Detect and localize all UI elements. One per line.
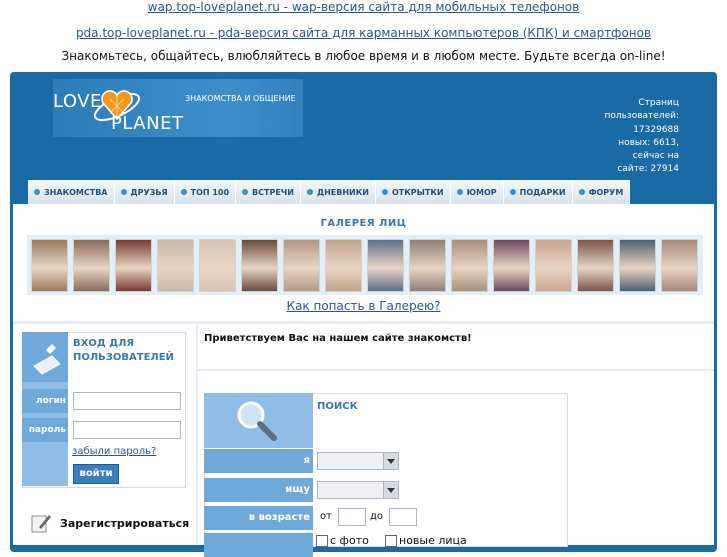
with-photo-label: с фото <box>330 534 369 547</box>
search-icon-box <box>204 393 313 448</box>
new-faces-label: новые лица <box>399 534 467 547</box>
gallery-photo[interactable] <box>493 238 530 292</box>
nav-label: ЗНАКОМСТВА <box>44 187 108 197</box>
stats-line: пользователей: <box>604 111 679 122</box>
login-title: ВХОД ДЛЯ ПОЛЬЗОВАТЕЛЕЙ <box>73 337 183 365</box>
divider <box>198 369 714 371</box>
bullet-icon <box>509 189 516 195</box>
bullet-icon <box>34 189 40 195</box>
login-icon-box <box>22 332 68 382</box>
gallery-title: ГАЛЕРЕЯ ЛИЦ <box>320 218 407 229</box>
bullet-icon <box>242 189 249 195</box>
face-gallery <box>27 235 703 295</box>
stats-line: новых: 6613, <box>618 137 679 148</box>
gallery-photo[interactable] <box>73 238 110 292</box>
age-label: в возрасте <box>204 506 313 530</box>
gallery-photo[interactable] <box>325 238 362 292</box>
new-faces-checkbox[interactable] <box>385 535 397 547</box>
nav-label: ДНЕВНИКИ <box>316 187 369 197</box>
age-to-label: до <box>370 511 384 522</box>
gallery-photo[interactable] <box>451 238 488 292</box>
column-divider <box>196 324 198 545</box>
options-label <box>204 533 313 557</box>
nav-item-friends[interactable]: ДРУЗЬЯ <box>114 180 175 204</box>
magnifier-icon <box>237 401 277 441</box>
site-logo[interactable]: LOVE PLANET ЗНАКОМСТВА И ОБЩЕНИЕ <box>53 79 303 137</box>
tagline: Знакомьтесь, общайтесь, влюбляйтесь в лю… <box>61 49 666 63</box>
login-input[interactable] <box>73 392 181 410</box>
bullet-icon <box>120 189 127 195</box>
gallery-photo[interactable] <box>619 238 656 292</box>
nav-item-meetings[interactable]: ВСТРЕЧИ <box>236 180 301 204</box>
stats-line: 17329688 <box>633 124 679 135</box>
nav-item-gifts[interactable]: ПОДАРКИ <box>503 180 573 204</box>
login-label: логин <box>22 389 68 413</box>
gallery-photo[interactable] <box>577 238 614 292</box>
nav-label: ДРУЗЬЯ <box>130 187 168 197</box>
wap-link[interactable]: wap.top-loveplanet.ru - wap-версия сайта… <box>0 0 727 14</box>
gallery-help-link[interactable]: Как попасть в Галерею? <box>0 299 727 313</box>
nav-item-humor[interactable]: ЮМОР <box>450 180 504 204</box>
gallery-photo[interactable] <box>31 238 68 292</box>
password-label: пароль <box>22 418 68 442</box>
age-from-label: от <box>320 511 332 522</box>
gallery-photo[interactable] <box>367 238 404 292</box>
bullet-icon <box>456 189 463 195</box>
gallery-photo[interactable] <box>157 238 194 292</box>
stats-line: сейчас на <box>632 151 679 162</box>
welcome-text: Приветствуем Вас на нашем сайте знакомст… <box>204 333 472 344</box>
divider <box>13 321 714 324</box>
login-title-line: ВХОД ДЛЯ <box>73 338 135 349</box>
nav-item-forum[interactable]: ФОРУМ <box>572 180 631 204</box>
gallery-photo[interactable] <box>283 238 320 292</box>
login-form-icon <box>33 344 61 375</box>
nav-label: ОТКРЫТКИ <box>391 187 444 197</box>
chevron-down-icon <box>383 482 398 498</box>
seeking-label: ищу <box>204 478 313 502</box>
logo-subtitle: ЗНАКОМСТВА И ОБЩЕНИЕ <box>185 94 296 103</box>
bullet-icon <box>306 189 313 195</box>
age-to-input[interactable] <box>389 508 417 526</box>
bullet-icon <box>578 189 585 195</box>
nav-item-cards[interactable]: ОТКРЫТКИ <box>375 180 451 204</box>
register-link[interactable]: Зарегистрироваться <box>60 517 189 530</box>
nav-item-top100[interactable]: ТОП 100 <box>174 180 237 204</box>
chevron-down-icon <box>383 453 398 469</box>
gallery-photo[interactable] <box>661 238 698 292</box>
bullet-icon <box>180 189 187 195</box>
nav-label: ЮМОР <box>466 187 497 197</box>
login-button[interactable]: войти <box>73 464 119 484</box>
gallery-photo[interactable] <box>409 238 446 292</box>
gallery-photo[interactable] <box>199 238 236 292</box>
gender-select[interactable] <box>317 452 399 470</box>
bullet-icon <box>381 189 388 195</box>
pda-link[interactable]: pda.top-loveplanet.ru - pda-версия сайта… <box>0 26 727 40</box>
nav-label: ПОДАРКИ <box>519 187 566 197</box>
gallery-photo[interactable] <box>535 238 572 292</box>
seeking-select[interactable] <box>317 481 399 499</box>
gallery-photo[interactable] <box>241 238 278 292</box>
logo-planet-text: PLANET <box>111 113 184 134</box>
login-title-line: ПОЛЬЗОВАТЕЛЕЙ <box>73 352 174 363</box>
stats-line: сайте: 27914 <box>617 164 679 175</box>
main-nav: ЗНАКОМСТВА ДРУЗЬЯ ТОП 100 ВСТРЕЧИ ДНЕВНИ… <box>28 180 631 204</box>
gallery-photo[interactable] <box>115 238 152 292</box>
nav-item-diaries[interactable]: ДНЕВНИКИ <box>300 180 376 204</box>
stats-line: Страниц <box>638 98 679 108</box>
gender-label: я <box>204 449 313 473</box>
nav-label: ВСТРЕЧИ <box>252 187 294 197</box>
search-title: ПОИСК <box>317 401 358 412</box>
nav-label: ФОРУМ <box>588 187 624 197</box>
forgot-password-link[interactable]: забыли пароль? <box>72 446 156 457</box>
site-stats: Страниц пользователей: 17329688 новых: 6… <box>559 97 679 177</box>
nav-item-dating[interactable]: ЗНАКОМСТВА <box>28 180 115 204</box>
nav-label: ТОП 100 <box>190 187 230 197</box>
password-input[interactable] <box>73 421 181 439</box>
age-from-input[interactable] <box>338 508 366 526</box>
with-photo-checkbox[interactable] <box>316 535 328 547</box>
register-pencil-icon <box>31 515 51 533</box>
